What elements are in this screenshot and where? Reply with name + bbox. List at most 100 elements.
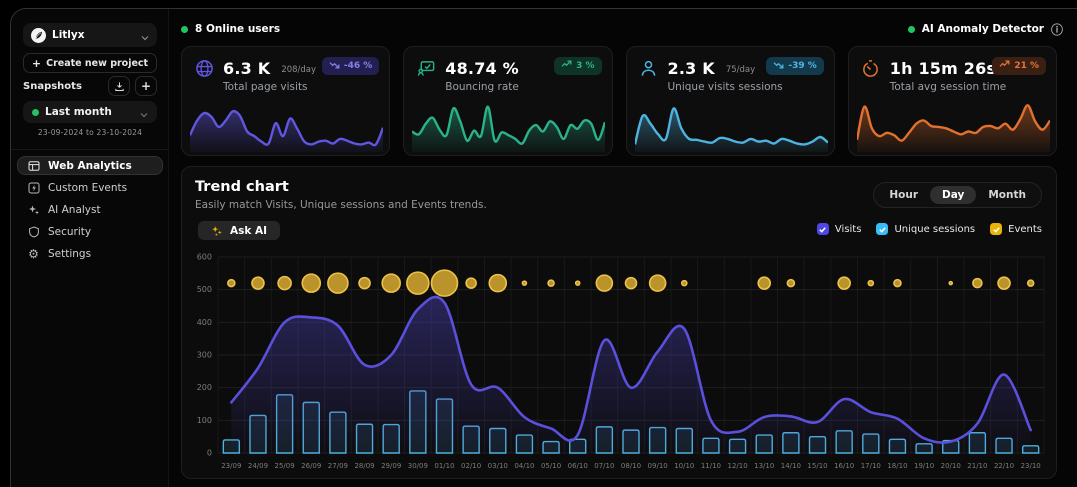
snapshot-select[interactable]: Last month xyxy=(23,101,157,123)
shield-icon xyxy=(27,226,40,238)
svg-text:18/10: 18/10 xyxy=(887,462,907,470)
badge-value: -39 % xyxy=(788,61,816,71)
svg-text:10/10: 10/10 xyxy=(674,462,694,470)
svg-text:500: 500 xyxy=(197,285,212,294)
sidebar-item-label: AI Analyst xyxy=(48,204,101,216)
svg-text:06/10: 06/10 xyxy=(568,462,588,470)
svg-text:16/10: 16/10 xyxy=(834,462,854,470)
snapshots-label: Snapshots xyxy=(23,81,103,92)
svg-text:15/10: 15/10 xyxy=(807,462,827,470)
trend-down-icon xyxy=(329,60,340,72)
stat-label: Unique visits sessions xyxy=(668,81,783,93)
snapshot-select-value: Last month xyxy=(45,106,134,118)
sidebar-item-label: Security xyxy=(48,226,91,238)
badge-value: -46 % xyxy=(344,61,372,71)
svg-text:22/10: 22/10 xyxy=(994,462,1014,470)
trend-chart-panel: Trend chart Easily match Visits, Unique … xyxy=(181,166,1057,479)
svg-text:300: 300 xyxy=(197,351,212,360)
svg-text:08/10: 08/10 xyxy=(621,462,641,470)
svg-text:24/09: 24/09 xyxy=(248,462,268,470)
add-snapshot-button[interactable]: + xyxy=(135,76,157,96)
timer-icon xyxy=(861,58,881,78)
badge-value: 21 % xyxy=(1014,61,1039,71)
sparkline-session-time xyxy=(857,98,1050,152)
stat-label: Total page visits xyxy=(223,81,308,93)
trend-up-icon xyxy=(999,60,1010,72)
trend-badge: 3 % xyxy=(554,57,601,75)
trend-chart-subtitle: Easily match Visits, Unique sessions and… xyxy=(195,199,487,211)
sparkline-bouncing-rate xyxy=(412,98,605,152)
legend-unique-sessions[interactable]: Unique sessions xyxy=(876,223,975,235)
card-total-page-visits: 6.3 K 208/day -46 % Total page visits xyxy=(181,46,390,156)
stat-label: Total avg session time xyxy=(890,81,1006,93)
stat-value: 2.3 K xyxy=(668,59,715,78)
trend-chart[interactable]: 010020030040050060023/0924/0925/0926/092… xyxy=(190,249,1050,475)
checkbox-checked-icon xyxy=(990,223,1002,235)
svg-text:23/09: 23/09 xyxy=(221,462,241,470)
checkbox-checked-icon xyxy=(876,223,888,235)
trend-up-icon xyxy=(561,60,572,72)
plus-icon: + xyxy=(32,57,41,70)
sidebar-item-custom-events[interactable]: Custom Events xyxy=(17,178,163,197)
sparkles-icon xyxy=(27,204,40,216)
svg-text:05/10: 05/10 xyxy=(541,462,561,470)
anomaly-dot-icon xyxy=(908,26,915,33)
chevron-down-icon xyxy=(140,103,148,122)
stat-per-day: 75/day xyxy=(726,61,755,75)
ai-anomaly-detector: AI Anomaly Detector ⓘ xyxy=(908,21,1063,38)
sidebar-menu: Web Analytics Custom Events AI Analyst S… xyxy=(17,156,163,266)
main-content: 8 Online users AI Anomaly Detector ⓘ 6.3… xyxy=(181,9,1057,487)
sidebar-item-settings[interactable]: ⚙ Settings xyxy=(17,244,163,263)
stat-value: 1h 15m 26s xyxy=(890,59,996,78)
svg-text:09/10: 09/10 xyxy=(648,462,668,470)
stat-label: Bouncing rate xyxy=(445,81,519,93)
app-root: Litlyx + Create new project Snapshots + … xyxy=(0,0,1077,487)
badge-value: 3 % xyxy=(576,61,594,71)
legend-label: Visits xyxy=(835,224,862,235)
card-bouncing-rate: 48.74 % 3 % Bouncing rate xyxy=(403,46,612,156)
snapshot-date-range: 23-09-2024 to 23-10-2024 xyxy=(11,128,169,137)
anomaly-label: AI Anomaly Detector xyxy=(922,23,1044,35)
sidebar-item-security[interactable]: Security xyxy=(17,222,163,241)
gear-icon: ⚙ xyxy=(27,248,40,260)
create-new-project-button[interactable]: + Create new project xyxy=(23,53,157,73)
checkbox-checked-icon xyxy=(817,223,829,235)
tab-hour[interactable]: Hour xyxy=(877,186,930,204)
legend-events[interactable]: Events xyxy=(990,223,1042,235)
app-window: Litlyx + Create new project Snapshots + … xyxy=(10,8,1077,487)
svg-text:11/10: 11/10 xyxy=(701,462,721,470)
ask-ai-button[interactable]: Ask AI xyxy=(198,221,280,240)
tab-day[interactable]: Day xyxy=(930,186,976,204)
online-users: 8 Online users xyxy=(181,23,280,35)
trend-badge: -46 % xyxy=(322,57,379,75)
card-unique-visits-sessions: 2.3 K 75/day -39 % Unique visits session… xyxy=(626,46,835,156)
tab-month[interactable]: Month xyxy=(976,186,1038,204)
sidebar-item-web-analytics[interactable]: Web Analytics xyxy=(17,156,163,175)
project-selector[interactable]: Litlyx xyxy=(23,23,157,47)
legend-visits[interactable]: Visits xyxy=(817,223,862,235)
sidebar-item-label: Settings xyxy=(48,248,91,260)
trend-badge: -39 % xyxy=(766,57,823,75)
presentation-icon xyxy=(416,58,436,78)
litlyx-logo-icon xyxy=(31,28,46,43)
topbar: 8 Online users AI Anomaly Detector ⓘ xyxy=(181,21,1063,37)
chevron-down-icon xyxy=(141,26,149,45)
legend-label: Unique sessions xyxy=(894,224,975,235)
svg-text:600: 600 xyxy=(197,253,212,262)
svg-text:07/10: 07/10 xyxy=(594,462,614,470)
stat-value: 48.74 % xyxy=(445,59,519,78)
svg-text:02/10: 02/10 xyxy=(461,462,481,470)
download-snapshot-button[interactable] xyxy=(108,76,130,96)
svg-text:28/09: 28/09 xyxy=(354,462,374,470)
user-icon xyxy=(639,58,659,78)
ask-ai-label: Ask AI xyxy=(230,225,267,237)
svg-text:400: 400 xyxy=(197,318,212,327)
svg-text:17/10: 17/10 xyxy=(861,462,881,470)
sidebar: Litlyx + Create new project Snapshots + … xyxy=(11,9,169,487)
svg-text:0: 0 xyxy=(207,449,212,458)
svg-text:03/10: 03/10 xyxy=(488,462,508,470)
trend-chart-title: Trend chart xyxy=(195,179,289,195)
sidebar-item-ai-analyst[interactable]: AI Analyst xyxy=(17,200,163,219)
svg-text:30/09: 30/09 xyxy=(408,462,428,470)
info-icon[interactable]: ⓘ xyxy=(1051,21,1063,38)
